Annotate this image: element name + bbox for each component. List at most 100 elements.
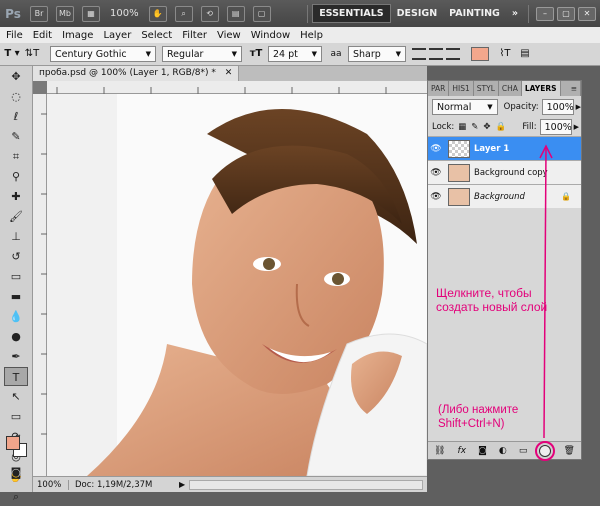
new-layer-button[interactable] <box>535 440 556 461</box>
spot-healing-tool-icon[interactable]: ✚ <box>4 187 28 206</box>
options-bar: T ▾ ⇅T Century Gothic ▼ Regular ▼ ᴛT 24 pt… <box>0 43 600 66</box>
adjustment-layer-icon[interactable]: ◐ <box>499 446 507 456</box>
bridge-button[interactable]: Br <box>30 5 48 22</box>
opacity-arrow-icon[interactable]: ▶ <box>576 103 581 111</box>
maximize-icon[interactable]: ▢ <box>557 6 575 21</box>
zoom-level-dropdown[interactable]: 100% <box>110 8 139 19</box>
canvas[interactable] <box>47 94 427 476</box>
font-size-select[interactable]: 24 pt ▼ <box>268 46 322 62</box>
foreground-color-swatch[interactable] <box>6 436 20 450</box>
minimize-icon[interactable]: – <box>536 6 554 21</box>
tab-paragraph[interactable]: PAR <box>428 81 450 96</box>
pen-tool-icon[interactable]: ✒ <box>4 347 28 366</box>
visibility-eye-icon[interactable]: 👁 <box>428 144 444 154</box>
menu-view[interactable]: View <box>217 30 241 41</box>
link-layers-icon[interactable]: ⛓ <box>434 446 445 456</box>
history-brush-tool-icon[interactable]: ↺ <box>4 247 28 266</box>
status-zoom[interactable]: 100% <box>33 479 69 490</box>
warp-text-icon[interactable]: ⌇T <box>497 46 513 62</box>
delete-layer-icon[interactable]: 🗑 <box>563 446 574 456</box>
horizontal-scrollbar[interactable] <box>189 479 423 490</box>
align-left-icon[interactable] <box>412 48 426 60</box>
layer-name[interactable]: Layer 1 <box>474 144 581 154</box>
gradient-tool-icon[interactable]: ▬ <box>4 287 28 306</box>
workspace-essentials[interactable]: ESSENTIALS <box>312 4 391 23</box>
antialias-select[interactable]: Sharp ▼ <box>348 46 406 62</box>
document-tab-bar: проба.psd @ 100% (Layer 1, RGB/8*) * ✕ <box>33 66 427 81</box>
clone-stamp-tool-icon[interactable]: ⊥ <box>4 227 28 246</box>
lock-position-icon[interactable]: ✥ <box>483 122 490 132</box>
rotate-view-icon[interactable]: ⟲ <box>200 5 219 22</box>
tab-channels[interactable]: CHA <box>499 81 522 96</box>
layer-mask-icon[interactable]: ◙ <box>478 446 487 456</box>
lock-pixels-icon[interactable]: ✎ <box>471 122 478 132</box>
arrange-documents-icon[interactable]: ▤ <box>226 5 245 22</box>
panel-tabs: PAR HIS1 STYL CHA LAYERS ≡ <box>428 81 581 96</box>
document-tab[interactable]: проба.psd @ 100% (Layer 1, RGB/8*) * ✕ <box>33 66 240 81</box>
quick-mask-icon[interactable]: ◙ <box>4 463 28 482</box>
lasso-tool-icon[interactable]: ℓ <box>4 107 28 126</box>
blur-tool-icon[interactable]: 💧 <box>4 307 28 326</box>
menu-window[interactable]: Window <box>251 30 290 41</box>
color-swatches[interactable] <box>6 436 28 458</box>
layer-row[interactable]: 👁 Background copy <box>428 160 581 184</box>
workspace-painting[interactable]: PAINTING <box>443 5 506 22</box>
font-style-select[interactable]: Regular ▼ <box>162 46 242 62</box>
visibility-eye-icon[interactable]: 👁 <box>428 168 444 178</box>
brush-tool-icon[interactable]: 🖌 <box>4 207 28 226</box>
status-bar: 100% Doc: 1,19M/2,37M ▶ <box>33 476 427 492</box>
menu-select[interactable]: Select <box>141 30 172 41</box>
layer-name[interactable]: Background copy <box>474 168 581 178</box>
layer-style-icon[interactable]: fx <box>458 446 467 456</box>
menu-image[interactable]: Image <box>62 30 93 41</box>
text-color-swatch[interactable] <box>471 47 489 61</box>
text-orientation-icon[interactable]: ⇅T <box>24 46 40 62</box>
screen-mode-icon[interactable]: ▢ <box>252 5 271 22</box>
extras-icon[interactable]: ▦ <box>82 5 100 22</box>
lock-transparency-icon[interactable]: ▦ <box>458 122 466 132</box>
text-tool-icon[interactable]: T ▾ <box>4 46 20 62</box>
menu-edit[interactable]: Edit <box>33 30 52 41</box>
character-panel-icon[interactable]: ▤ <box>517 46 533 62</box>
fill-arrow-icon[interactable]: ▶ <box>574 123 579 131</box>
eraser-tool-icon[interactable]: ▭ <box>4 267 28 286</box>
align-right-icon[interactable] <box>446 48 460 60</box>
zoom-tool-icon[interactable]: ⌕ <box>4 487 28 506</box>
hand-tool-icon[interactable]: ✋ <box>148 5 167 22</box>
status-menu-arrow[interactable]: ▶ <box>179 480 185 489</box>
path-selection-tool-icon[interactable]: ↖ <box>4 387 28 406</box>
dodge-tool-icon[interactable]: ● <box>4 327 28 346</box>
layer-row[interactable]: 👁 Background 🔒 <box>428 184 581 208</box>
fill-input[interactable]: 100% <box>539 119 572 135</box>
opacity-input[interactable]: 100% <box>541 99 574 115</box>
quick-selection-tool-icon[interactable]: ✎ <box>4 127 28 146</box>
layer-name[interactable]: Background <box>474 192 561 202</box>
font-family-select[interactable]: Century Gothic ▼ <box>50 46 156 62</box>
marquee-tool-icon[interactable]: ◌ <box>4 87 28 106</box>
type-tool-icon[interactable]: T <box>4 367 28 386</box>
new-group-icon[interactable]: ▭ <box>519 446 528 456</box>
more-workspaces-button[interactable]: » <box>506 5 524 22</box>
tab-history[interactable]: HIS1 <box>449 81 474 96</box>
layer-row[interactable]: 👁 Layer 1 <box>428 136 581 160</box>
blend-mode-select[interactable]: Normal ▼ <box>432 99 498 115</box>
menu-help[interactable]: Help <box>300 30 323 41</box>
panel-menu-icon[interactable]: ≡ <box>568 81 581 96</box>
move-tool-icon[interactable]: ✥ <box>4 67 28 86</box>
crop-tool-icon[interactable]: ⌗ <box>4 147 28 166</box>
eyedropper-tool-icon[interactable]: ⚲ <box>4 167 28 186</box>
visibility-eye-icon[interactable]: 👁 <box>428 192 444 202</box>
menu-layer[interactable]: Layer <box>103 30 131 41</box>
workspace-design[interactable]: DESIGN <box>391 5 444 22</box>
close-tab-icon[interactable]: ✕ <box>225 68 233 78</box>
tab-layers[interactable]: LAYERS <box>521 81 561 96</box>
lock-all-icon[interactable]: 🔒 <box>496 122 507 132</box>
close-icon[interactable]: ✕ <box>578 6 596 21</box>
mini-bridge-button[interactable]: Mb <box>56 5 74 22</box>
menu-file[interactable]: File <box>6 30 23 41</box>
tab-styles[interactable]: STYL <box>474 81 499 96</box>
shape-tool-icon[interactable]: ▭ <box>4 407 28 426</box>
zoom-tool-icon[interactable]: ⌕ <box>174 5 193 22</box>
align-center-icon[interactable] <box>429 48 443 60</box>
menu-filter[interactable]: Filter <box>182 30 207 41</box>
